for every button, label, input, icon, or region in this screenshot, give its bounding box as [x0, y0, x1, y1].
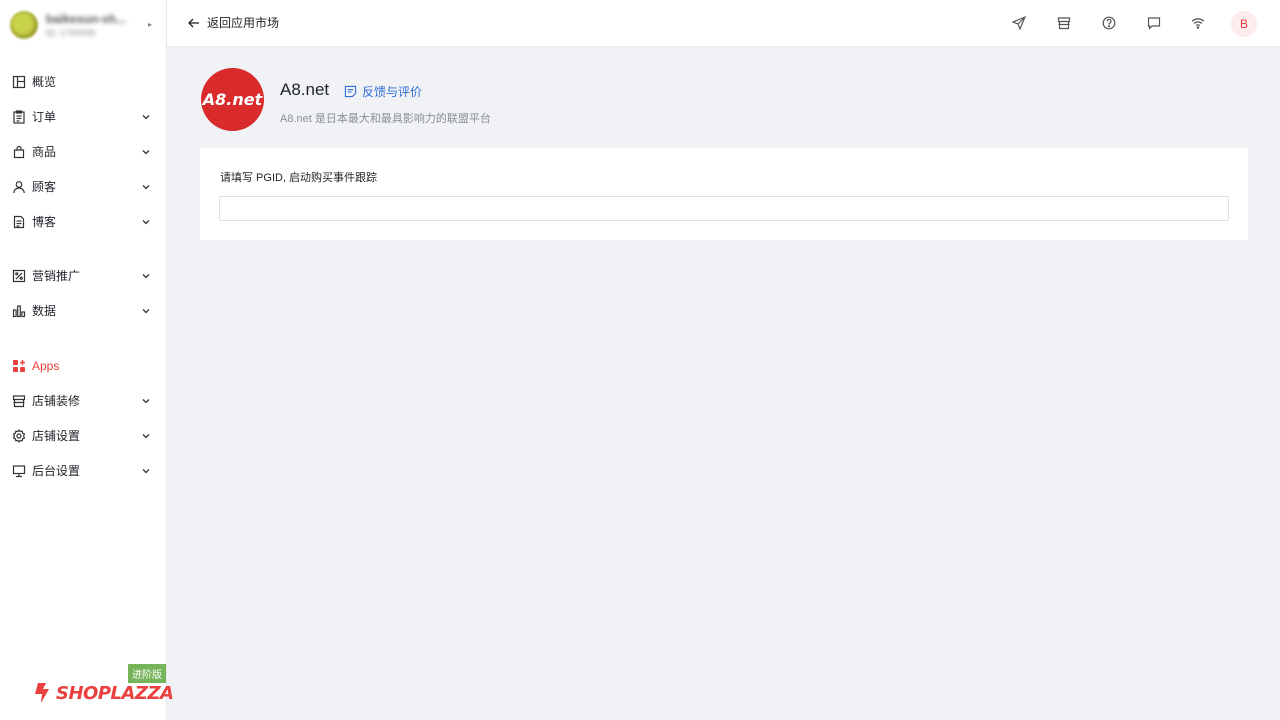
- sidebar-item-label: 概览: [32, 75, 57, 89]
- chevron-down-icon: [140, 394, 152, 406]
- shoplazza-wordmark: SHOPLAZZA: [56, 682, 174, 704]
- pgid-settings-card: 请填写 PGID, 启动购买事件跟踪: [200, 148, 1248, 240]
- back-to-app-store-button[interactable]: 返回应用市场: [187, 14, 279, 31]
- sidebar-item-blog[interactable]: 博客: [0, 204, 166, 239]
- pgid-label: 请填写 PGID, 启动购买事件跟踪: [220, 172, 378, 184]
- feedback-label: 反馈与评价: [362, 85, 423, 99]
- sidebar-item-label: 店铺设置: [32, 429, 81, 443]
- app-logo-text: A8.net: [202, 90, 263, 109]
- help-icon[interactable]: [1101, 15, 1117, 31]
- chevron-down-icon: [140, 145, 152, 157]
- gear-icon: [12, 428, 26, 443]
- chevron-down-icon: [140, 429, 152, 441]
- brand-footer: 进阶版 SHOPLAZZA: [0, 664, 174, 720]
- chevron-down-icon: [140, 180, 152, 192]
- sidebar-item-label: 店铺装修: [32, 394, 81, 408]
- sidebar-item-products[interactable]: 商品: [0, 134, 166, 169]
- sidebar-item-label: 营销推广: [32, 269, 81, 283]
- document-icon: [12, 215, 26, 229]
- sidebar-item-admin-settings[interactable]: 后台设置: [0, 453, 166, 488]
- message-icon[interactable]: [1146, 15, 1162, 31]
- shopping-bag-icon: [12, 145, 26, 159]
- arrow-left-icon: [188, 18, 199, 27]
- sidebar-item-label: 商品: [32, 145, 57, 159]
- app-title: A8.net: [280, 80, 330, 99]
- pgid-input[interactable]: [219, 196, 1229, 221]
- store-id: ID: 1700049: [46, 28, 96, 38]
- sidebar-item-data[interactable]: 数据: [0, 293, 166, 328]
- chevron-down-icon: [140, 304, 152, 316]
- apps-icon: [12, 359, 26, 373]
- store-avatar: [10, 11, 38, 39]
- monitor-icon: [12, 464, 26, 478]
- send-icon[interactable]: [1011, 15, 1027, 31]
- sidebar-item-marketing[interactable]: 营销推广: [0, 258, 166, 293]
- chevron-down-icon: [140, 110, 152, 122]
- sidebar-item-label: 顾客: [32, 180, 57, 194]
- sidebar-item-overview[interactable]: 概览: [0, 64, 166, 99]
- app-description: A8.net 是日本最大和最具影响力的联盟平台: [280, 113, 491, 125]
- bar-chart-icon: [12, 304, 26, 318]
- store-icon[interactable]: [1056, 15, 1072, 31]
- wifi-icon[interactable]: [1190, 15, 1206, 31]
- app-logo: A8.net: [201, 68, 264, 131]
- sidebar-item-customers[interactable]: 顾客: [0, 169, 166, 204]
- back-label: 返回应用市场: [207, 16, 280, 30]
- storefront-icon: [12, 394, 26, 408]
- dashboard-icon: [12, 75, 26, 89]
- store-switcher[interactable]: baikesun-sh... ID: 1700049 ▸: [10, 10, 158, 40]
- feedback-link[interactable]: 反馈与评价: [344, 83, 422, 100]
- top-bar: 返回应用市场 B: [167, 0, 1280, 47]
- chevron-down-icon: [140, 269, 152, 281]
- sidebar: baikesun-sh... ID: 1700049 ▸ 概览 订单 商品 顾客…: [0, 0, 174, 720]
- sidebar-item-label: 数据: [32, 304, 57, 318]
- chevron-down-icon: [140, 464, 152, 476]
- sidebar-item-store-settings[interactable]: 店铺设置: [0, 418, 166, 453]
- clipboard-icon: [12, 109, 26, 124]
- sidebar-item-theme[interactable]: 店铺装修: [0, 383, 166, 418]
- discount-icon: [12, 269, 26, 283]
- sidebar-item-label: 订单: [32, 110, 57, 124]
- shoplazza-mark-icon: [35, 683, 49, 703]
- sidebar-item-label: 后台设置: [32, 464, 81, 478]
- user-icon: [12, 180, 26, 194]
- sidebar-item-label: Apps: [32, 358, 60, 373]
- user-avatar[interactable]: B: [1231, 11, 1257, 37]
- sidebar-item-orders[interactable]: 订单: [0, 99, 166, 134]
- chevron-down-icon: [140, 215, 152, 227]
- plan-badge: 进阶版: [128, 664, 166, 683]
- caret-icon: ▸: [147, 20, 152, 29]
- sidebar-item-apps[interactable]: Apps: [0, 348, 166, 383]
- edit-note-icon: [344, 85, 357, 98]
- store-name: baikesun-sh...: [46, 12, 127, 26]
- shoplazza-logo: SHOPLAZZA: [32, 682, 174, 704]
- sidebar-item-label: 博客: [32, 215, 57, 229]
